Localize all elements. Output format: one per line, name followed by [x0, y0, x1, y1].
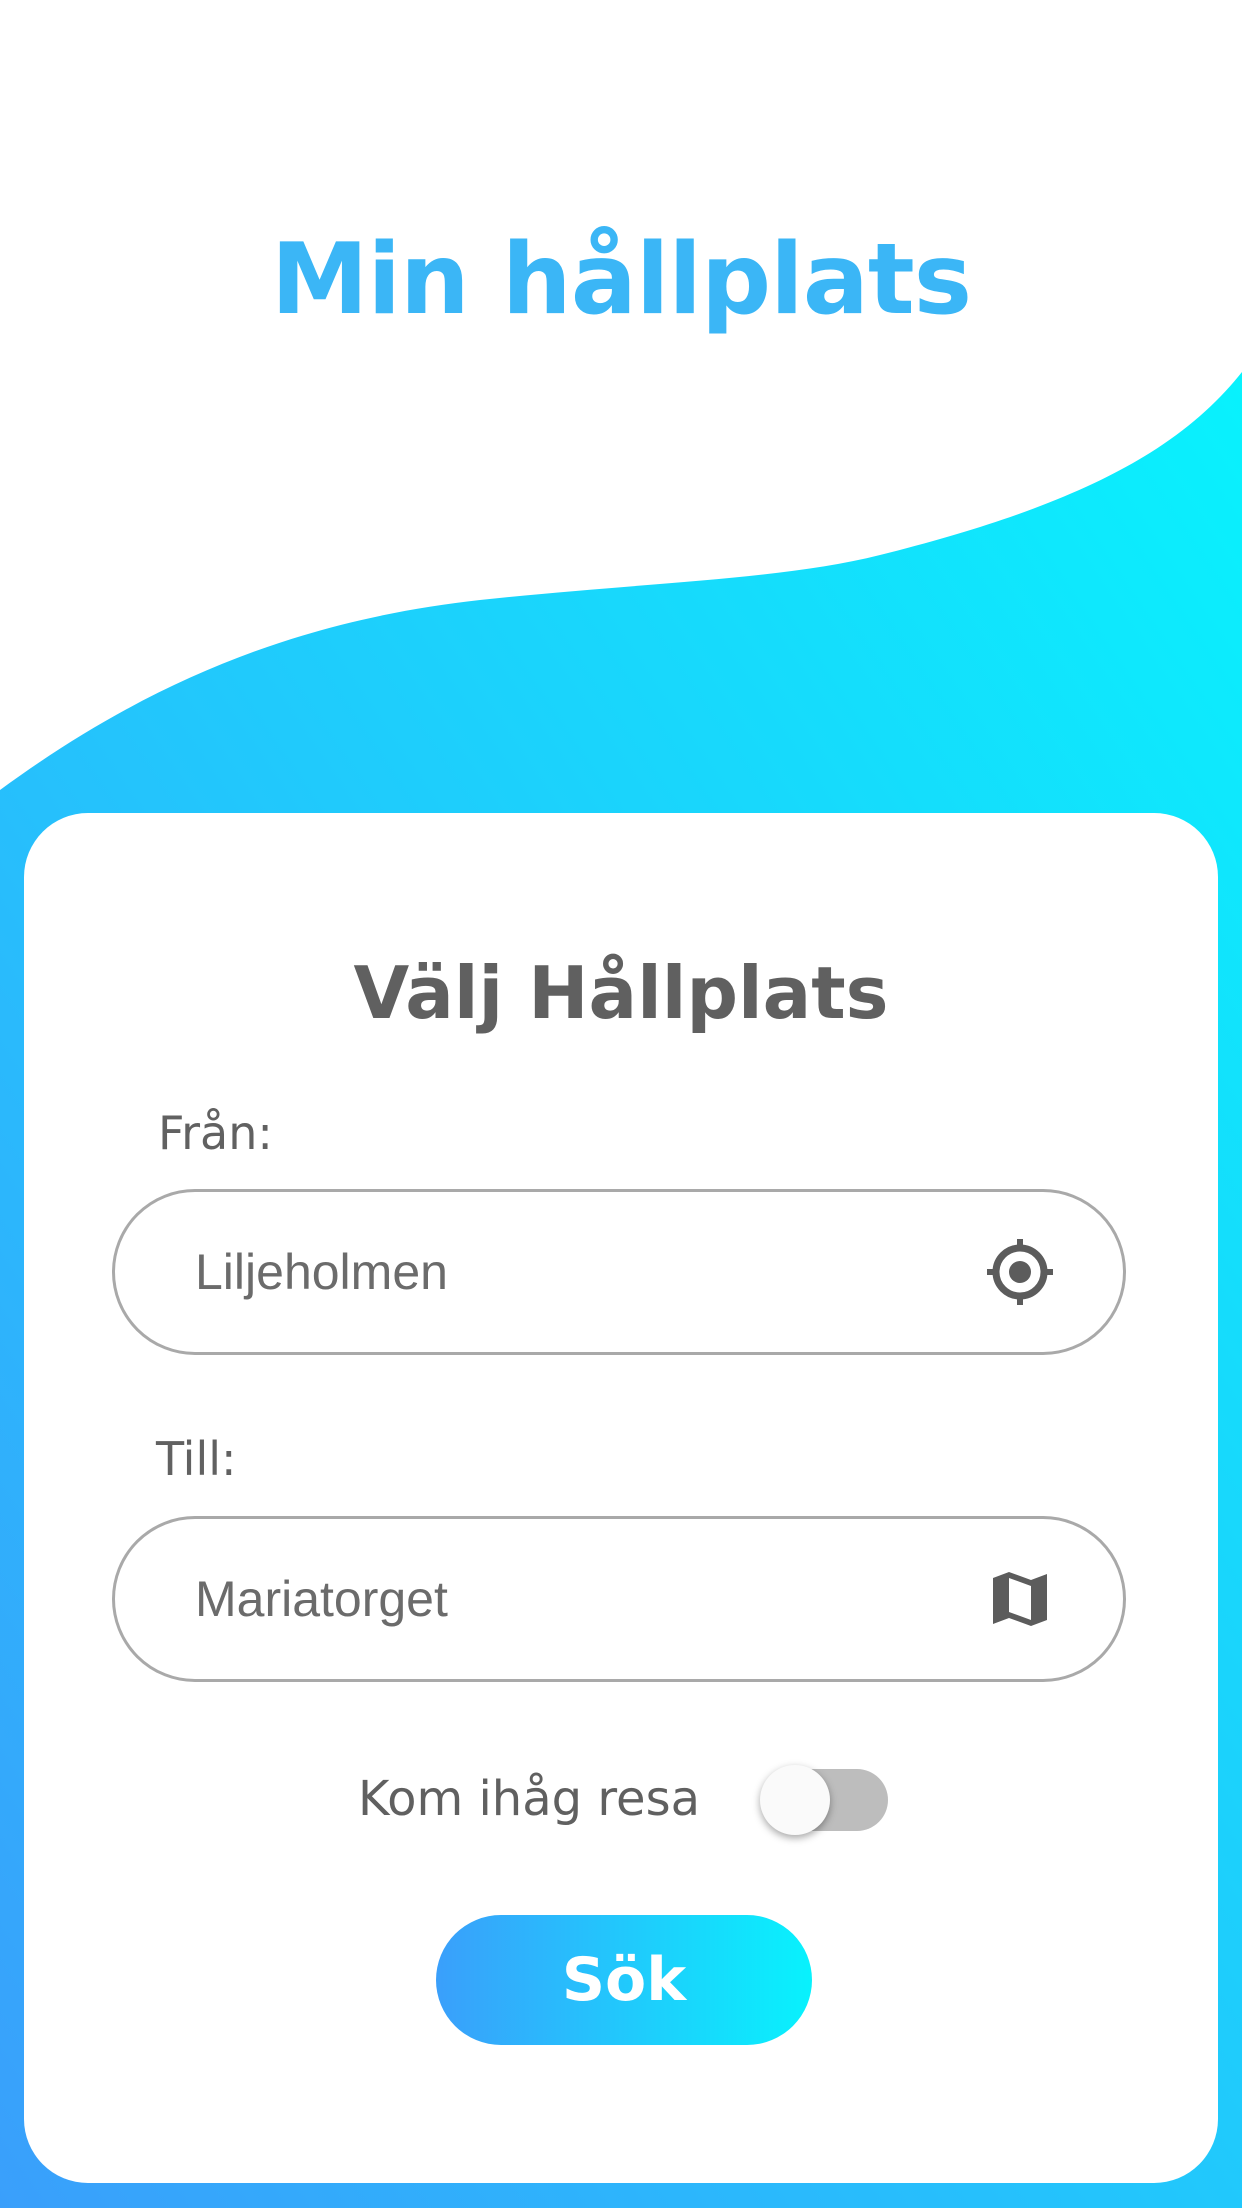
from-label: Från: — [158, 1106, 273, 1160]
to-input[interactable] — [195, 1559, 955, 1639]
to-label: Till: — [156, 1432, 237, 1486]
remember-trip-toggle[interactable] — [760, 1765, 888, 1835]
gps-crosshair-icon[interactable] — [985, 1237, 1055, 1307]
from-field — [112, 1189, 1126, 1355]
remember-trip-row: Kom ihåg resa — [24, 1759, 1218, 1839]
card-title: Välj Hållplats — [353, 951, 889, 1035]
search-button[interactable]: Sök — [436, 1915, 812, 2045]
app-title: Min hållplats — [270, 223, 972, 337]
remember-trip-label: Kom ihåg resa — [358, 1771, 700, 1827]
map-icon[interactable] — [985, 1564, 1055, 1634]
toggle-knob — [760, 1765, 830, 1835]
stop-selection-card: Välj Hållplats Från: Till: Kom ihåg resa… — [24, 813, 1218, 2183]
to-field — [112, 1516, 1126, 1682]
from-input[interactable] — [195, 1232, 955, 1312]
